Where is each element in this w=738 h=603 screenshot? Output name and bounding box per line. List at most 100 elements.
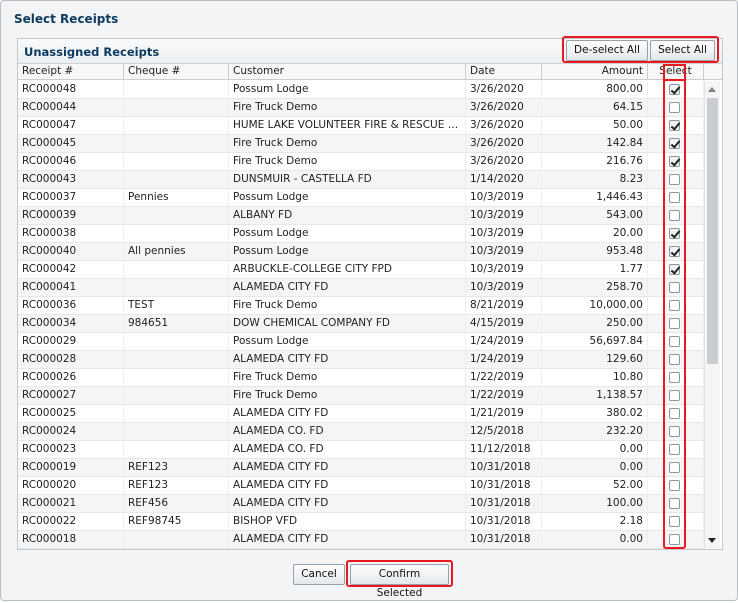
select-all-button[interactable]: Select All <box>650 40 715 61</box>
cell-customer: ALAMEDA CO. FD <box>229 423 466 441</box>
cell-amount: 232.20 <box>542 423 648 441</box>
table-row[interactable]: RC000048 Possum Lodge 3/26/2020 800.00 <box>18 81 704 99</box>
scroll-down-arrow-icon[interactable] <box>708 538 716 543</box>
table-row[interactable]: RC000037 Pennies Possum Lodge 10/3/2019 1,44… <box>18 189 704 207</box>
cell-date: 10/31/2018 <box>466 459 542 477</box>
cell-receipt: RC000023 <box>18 441 124 459</box>
select-checkbox[interactable] <box>669 354 680 365</box>
column-header-amount[interactable]: Amount <box>542 64 648 80</box>
table-row[interactable]: RC000019 REF123 ALAMEDA CITY FD 10/31/2018 0… <box>18 459 704 477</box>
cancel-button[interactable]: Cancel <box>293 564 345 585</box>
select-checkbox[interactable] <box>669 498 680 509</box>
cell-date: 1/22/2019 <box>466 387 542 405</box>
cell-date: 1/21/2019 <box>466 405 542 423</box>
cell-receipt: RC000024 <box>18 423 124 441</box>
cell-date: 3/26/2020 <box>466 117 542 135</box>
cell-customer: ALAMEDA CITY FD <box>229 459 466 477</box>
select-checkbox[interactable] <box>669 300 680 311</box>
table-row[interactable]: RC000046 Fire Truck Demo 3/26/2020 216.76 <box>18 153 704 171</box>
table-header: Receipt # Cheque # Customer Date Amount … <box>18 64 722 80</box>
table-row[interactable]: RC000042 ARBUCKLE-COLLEGE CITY FPD 10/3/20… <box>18 261 704 279</box>
table-row[interactable]: RC000020 REF123 ALAMEDA CITY FD 10/31/2018 5… <box>18 477 704 495</box>
select-checkbox[interactable] <box>669 534 680 545</box>
scroll-up-arrow-icon[interactable] <box>708 87 716 92</box>
select-checkbox[interactable] <box>669 282 680 293</box>
column-header-select[interactable]: Select <box>648 64 704 80</box>
cell-date: 10/3/2019 <box>466 279 542 297</box>
table-row[interactable]: RC000022 REF98745 BISHOP VFD 10/31/2018 2.18 <box>18 513 704 531</box>
receipts-table-body: RC000048 Possum Lodge 3/26/2020 800.00 RC000… <box>18 81 704 549</box>
cell-date: 10/3/2019 <box>466 189 542 207</box>
table-row[interactable]: RC000039 ALBANY FD 10/3/2019 543.00 <box>18 207 704 225</box>
table-row[interactable]: RC000045 Fire Truck Demo 3/26/2020 142.84 <box>18 135 704 153</box>
select-checkbox[interactable] <box>669 264 680 275</box>
table-row[interactable]: RC000024 ALAMEDA CO. FD 12/5/2018 232.20 <box>18 423 704 441</box>
scrollbar-thumb[interactable] <box>707 98 718 364</box>
table-row[interactable]: RC000018 ALAMEDA CITY FD 10/31/2018 0.00 <box>18 531 704 549</box>
cell-customer: Possum Lodge <box>229 189 466 207</box>
cell-cheque <box>124 333 229 351</box>
cell-receipt: RC000029 <box>18 333 124 351</box>
cell-cheque <box>124 405 229 423</box>
cell-cheque <box>124 531 229 549</box>
table-row[interactable]: RC000029 Possum Lodge 1/24/2019 56,697.84 <box>18 333 704 351</box>
select-checkbox[interactable] <box>669 462 680 473</box>
cell-amount: 0.00 <box>542 441 648 459</box>
table-row[interactable]: RC000026 Fire Truck Demo 1/22/2019 10.80 <box>18 369 704 387</box>
select-checkbox[interactable] <box>669 246 680 257</box>
table-row[interactable]: RC000040 All pennies Possum Lodge 10/3/2019… <box>18 243 704 261</box>
cell-receipt: RC000039 <box>18 207 124 225</box>
cell-date: 1/24/2019 <box>466 351 542 369</box>
table-row[interactable]: RC000038 Possum Lodge 10/3/2019 20.00 <box>18 225 704 243</box>
select-checkbox[interactable] <box>669 192 680 203</box>
cell-cheque <box>124 423 229 441</box>
column-header-customer[interactable]: Customer <box>229 64 466 80</box>
select-checkbox[interactable] <box>669 408 680 419</box>
select-checkbox[interactable] <box>669 228 680 239</box>
cell-amount: 543.00 <box>542 207 648 225</box>
cell-cheque: 984651 <box>124 315 229 333</box>
select-checkbox[interactable] <box>669 516 680 527</box>
cell-amount: 2.18 <box>542 513 648 531</box>
cell-customer: DUNSMUIR - CASTELLA FD <box>229 171 466 189</box>
table-row[interactable]: RC000036 TEST Fire Truck Demo 8/21/2019 10,0… <box>18 297 704 315</box>
confirm-selected-button[interactable]: Confirm Selected <box>350 564 449 599</box>
column-header-receipt[interactable]: Receipt # <box>18 64 124 80</box>
select-checkbox[interactable] <box>669 444 680 455</box>
deselect-all-button[interactable]: De-select All <box>566 40 648 61</box>
select-checkbox[interactable] <box>669 102 680 113</box>
cell-amount: 216.76 <box>542 153 648 171</box>
select-checkbox[interactable] <box>669 174 680 185</box>
table-row[interactable]: RC000021 REF456 ALAMEDA CITY FD 10/31/2018 1… <box>18 495 704 513</box>
cell-cheque: REF98745 <box>124 513 229 531</box>
select-checkbox[interactable] <box>669 372 680 383</box>
select-checkbox[interactable] <box>669 426 680 437</box>
select-checkbox[interactable] <box>669 84 680 95</box>
table-row[interactable]: RC000028 ALAMEDA CITY FD 1/24/2019 129.60 <box>18 351 704 369</box>
cell-receipt: RC000037 <box>18 189 124 207</box>
table-row[interactable]: RC000047 HUME LAKE VOLUNTEER FIRE & RESCU… <box>18 117 704 135</box>
table-row[interactable]: RC000034 984651 DOW CHEMICAL COMPANY FD 4/1… <box>18 315 704 333</box>
select-checkbox[interactable] <box>669 138 680 149</box>
cell-customer: ALBANY FD <box>229 207 466 225</box>
select-checkbox[interactable] <box>669 390 680 401</box>
select-checkbox[interactable] <box>669 156 680 167</box>
select-checkbox[interactable] <box>669 210 680 221</box>
select-checkbox[interactable] <box>669 336 680 347</box>
cell-cheque <box>124 351 229 369</box>
select-checkbox[interactable] <box>669 120 680 131</box>
cell-cheque <box>124 117 229 135</box>
table-row[interactable]: RC000023 ALAMEDA CO. FD 11/12/2018 0.00 <box>18 441 704 459</box>
table-row[interactable]: RC000041 ALAMEDA CITY FD 10/3/2019 258.70 <box>18 279 704 297</box>
cell-amount: 953.48 <box>542 243 648 261</box>
table-row[interactable]: RC000025 ALAMEDA CITY FD 1/21/2019 380.02 <box>18 405 704 423</box>
column-header-date[interactable]: Date <box>466 64 542 80</box>
column-header-cheque[interactable]: Cheque # <box>124 64 229 80</box>
select-checkbox[interactable] <box>669 318 680 329</box>
table-row[interactable]: RC000027 Fire Truck Demo 1/22/2019 1,138.57 <box>18 387 704 405</box>
vertical-scrollbar[interactable] <box>704 81 720 549</box>
cell-cheque <box>124 225 229 243</box>
table-row[interactable]: RC000043 DUNSMUIR - CASTELLA FD 1/14/2020 8… <box>18 171 704 189</box>
select-checkbox[interactable] <box>669 480 680 491</box>
table-row[interactable]: RC000044 Fire Truck Demo 3/26/2020 64.15 <box>18 99 704 117</box>
